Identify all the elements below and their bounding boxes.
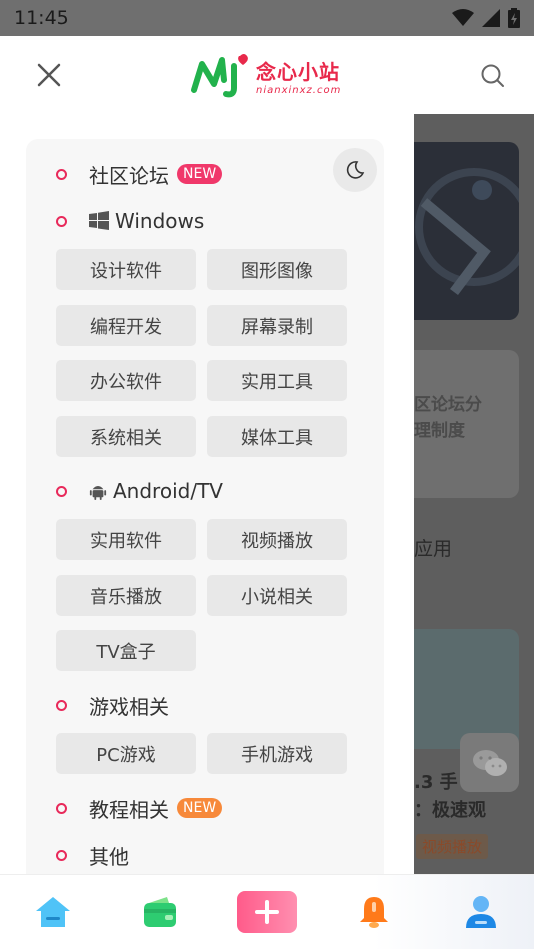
nav-publish[interactable] bbox=[236, 887, 297, 937]
plus-icon bbox=[254, 900, 279, 924]
bullet-dot-icon bbox=[56, 215, 67, 227]
menu-item-windows[interactable]: Windows bbox=[56, 206, 204, 236]
brand-url: nianxinxz.com bbox=[256, 85, 342, 96]
subcategory-button[interactable]: 媒体工具 bbox=[207, 416, 347, 457]
brand-name: 念心小站 bbox=[256, 60, 340, 84]
background-thumb bbox=[414, 629, 519, 749]
android-icon bbox=[89, 486, 107, 500]
background-card: 区论坛分 理制度 bbox=[414, 350, 519, 498]
menu-label: Windows bbox=[115, 209, 205, 233]
background-section-title: 应用 bbox=[414, 538, 453, 560]
nav-wallet[interactable] bbox=[130, 887, 190, 937]
header: 念心小站 nianxinxz.com bbox=[0, 36, 534, 114]
subcategory-button[interactable]: 视频播放 bbox=[207, 519, 347, 560]
category-drawer: 社区论坛 NEW Windows 设计软件 图形图像 编程开发 屏幕录制 办公软… bbox=[0, 114, 414, 874]
dark-mode-toggle[interactable] bbox=[333, 148, 377, 192]
nav-profile[interactable] bbox=[451, 887, 511, 937]
bell-icon bbox=[359, 897, 388, 928]
menu-label: 社区论坛 bbox=[89, 163, 169, 188]
bullet-dot-icon bbox=[56, 699, 67, 711]
menu-label: 游戏相关 bbox=[89, 694, 169, 719]
wifi-icon bbox=[452, 9, 474, 26]
bullet-dot-icon bbox=[56, 802, 67, 814]
new-badge: NEW bbox=[177, 164, 223, 184]
menu-item-android[interactable]: Android/TV bbox=[56, 476, 223, 506]
subcategory-button[interactable]: TV盒子 bbox=[56, 630, 196, 671]
bullet-dot-icon bbox=[56, 849, 67, 861]
wallet-icon bbox=[144, 897, 177, 927]
status-time: 11:45 bbox=[14, 7, 69, 29]
subcategory-button[interactable]: 设计软件 bbox=[56, 249, 196, 290]
battery-icon bbox=[508, 8, 520, 28]
bullet-dot-icon bbox=[56, 168, 67, 180]
menu-item-games[interactable]: 游戏相关 bbox=[56, 690, 169, 720]
subcategory-button[interactable]: 办公软件 bbox=[56, 360, 196, 401]
subcategory-button[interactable]: 实用工具 bbox=[207, 360, 347, 401]
user-icon bbox=[465, 896, 496, 928]
subcategory-button[interactable]: 实用软件 bbox=[56, 519, 196, 560]
menu-item-community[interactable]: 社区论坛 NEW bbox=[56, 159, 223, 189]
status-bar: 11:45 bbox=[0, 0, 534, 36]
background-post-tag: 视频播放 bbox=[416, 834, 489, 859]
menu-label: 其他 bbox=[89, 844, 129, 869]
publish-button[interactable] bbox=[236, 891, 297, 933]
wechat-float-button[interactable] bbox=[460, 733, 519, 792]
subcategory-button[interactable]: 音乐播放 bbox=[56, 575, 196, 616]
category-panel: 社区论坛 NEW Windows 设计软件 图形图像 编程开发 屏幕录制 办公软… bbox=[26, 139, 384, 874]
site-logo[interactable]: 念心小站 nianxinxz.com bbox=[190, 48, 350, 104]
menu-label: Android/TV bbox=[113, 479, 223, 503]
system-icons bbox=[452, 8, 520, 28]
bottom-nav bbox=[0, 874, 534, 949]
subcategory-button[interactable]: 小说相关 bbox=[207, 575, 347, 616]
banner-graphic-icon bbox=[415, 168, 519, 295]
subcategory-button[interactable]: 屏幕录制 bbox=[207, 305, 347, 346]
bullet-dot-icon bbox=[56, 485, 67, 497]
background-banner bbox=[414, 142, 519, 320]
background-card-line: 理制度 bbox=[414, 421, 465, 441]
search-icon[interactable] bbox=[480, 63, 506, 89]
moon-icon bbox=[346, 161, 365, 179]
menu-label: 教程相关 bbox=[89, 797, 169, 822]
subcategory-button[interactable]: 手机游戏 bbox=[207, 733, 347, 774]
signal-icon bbox=[482, 9, 500, 27]
wechat-icon bbox=[472, 749, 507, 776]
subcategory-button[interactable]: 图形图像 bbox=[207, 249, 347, 290]
subcategory-button[interactable]: 系统相关 bbox=[56, 416, 196, 457]
home-icon bbox=[36, 897, 71, 927]
nav-home[interactable] bbox=[23, 887, 83, 937]
logo-mark-icon bbox=[191, 54, 248, 98]
new-badge: NEW bbox=[177, 798, 223, 818]
subcategory-button[interactable]: 编程开发 bbox=[56, 305, 196, 346]
background-post-line: ：极速观 bbox=[414, 800, 486, 821]
nav-notifications[interactable] bbox=[344, 887, 404, 937]
menu-item-other[interactable]: 其他 bbox=[56, 840, 129, 870]
background-card-line: 区论坛分 bbox=[414, 395, 482, 415]
subcategory-button[interactable]: PC游戏 bbox=[56, 733, 196, 774]
windows-icon bbox=[89, 211, 109, 230]
menu-item-tutorials[interactable]: 教程相关 NEW bbox=[56, 793, 223, 823]
close-icon[interactable] bbox=[34, 60, 64, 90]
